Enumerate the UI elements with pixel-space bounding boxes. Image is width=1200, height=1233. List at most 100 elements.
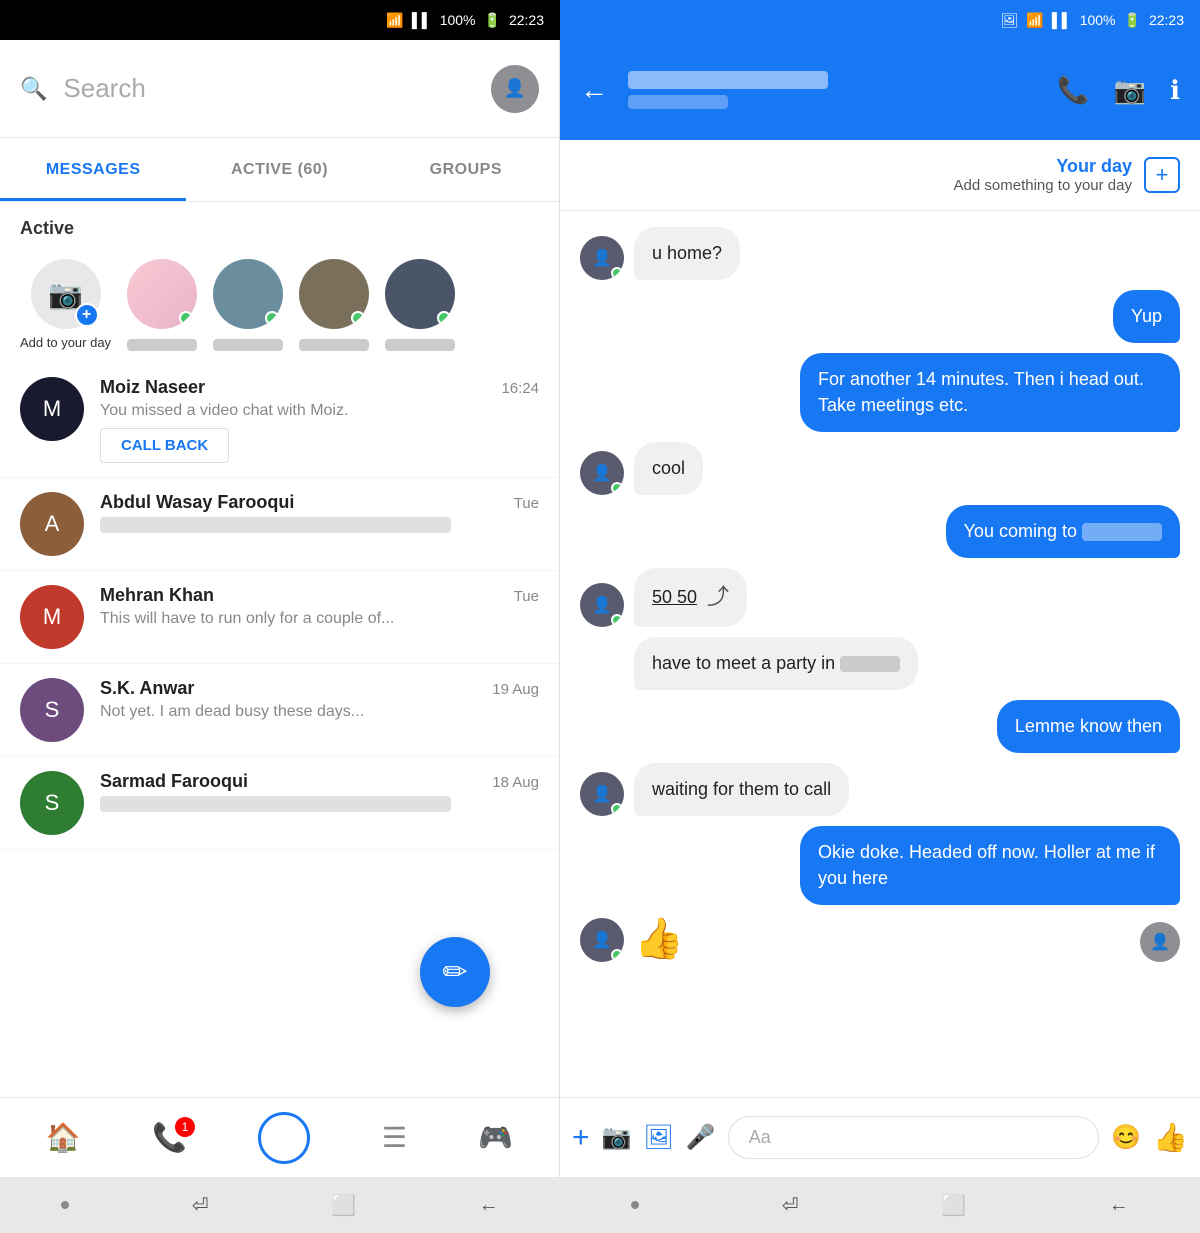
emoji-icon-input[interactable]: 😊 (1111, 1123, 1141, 1152)
list-item[interactable]: A Abdul Wasay Farooqui Tue (0, 478, 559, 571)
online-dot-chat-6 (611, 614, 623, 626)
list-item[interactable]: M Moiz Naseer 16:24 You missed a video c… (0, 363, 559, 478)
nav-circle[interactable] (258, 1112, 310, 1164)
back-button[interactable]: ← (580, 74, 608, 106)
bubble-1: u home? (634, 227, 740, 280)
system-nav: ⏎ ⬜ ← ⏎ ⬜ ← (0, 1177, 1200, 1233)
chat-input-field[interactable]: Aa (728, 1116, 1099, 1159)
message-row-7: have to meet a party in (580, 637, 1180, 690)
bubble-2: Yup (1113, 290, 1180, 343)
sys-nav-square-left[interactable]: ⬜ (331, 1193, 356, 1218)
blurred-text-7 (840, 656, 900, 672)
list-icon: ☰ (382, 1121, 407, 1154)
bottom-nav-left: 🏠 📞 1 ☰ 🎮 (0, 1097, 559, 1177)
msg-time-wasay: Tue (514, 495, 539, 512)
compose-icon: ✏ (442, 955, 467, 990)
sys-nav-enter-right[interactable]: ⏎ (782, 1193, 799, 1218)
chat-avatar-6: 👤 (580, 583, 624, 627)
chat-header-info (628, 71, 1037, 109)
bubble-7: have to meet a party in (634, 637, 918, 690)
tab-messages[interactable]: MESSAGES (0, 138, 186, 201)
sys-nav-dot-left (61, 1201, 69, 1209)
sys-nav-back-left[interactable]: ← (479, 1194, 499, 1217)
sys-nav-square-right[interactable]: ⬜ (941, 1193, 966, 1218)
bubble-6: 50 50 ⤴ (634, 568, 747, 627)
battery-icon: 🔋 (484, 12, 501, 29)
msg-content-sarmad: Sarmad Farooqui 18 Aug (100, 771, 539, 812)
story-add-circle[interactable]: 📷 + (31, 259, 101, 329)
search-placeholder[interactable]: Search (63, 73, 475, 104)
story-item-1[interactable] (127, 259, 197, 351)
call-back-button[interactable]: CALL BACK (100, 428, 229, 463)
nav-home[interactable]: 🏠 (46, 1121, 81, 1154)
avatar-moiz: M (20, 377, 84, 441)
plus-icon-input[interactable]: + (572, 1121, 590, 1155)
sys-nav-enter-left[interactable]: ⏎ (192, 1193, 209, 1218)
like-icon-input[interactable]: 👍 (1153, 1121, 1188, 1154)
chat-input-placeholder: Aa (749, 1127, 771, 1148)
chat-avatar-9: 👤 (580, 772, 624, 816)
online-dot-2 (265, 311, 279, 325)
nav-game[interactable]: 🎮 (478, 1121, 513, 1154)
story-item-2[interactable] (213, 259, 283, 351)
thumbs-up-emoji: 👍 (634, 915, 684, 962)
nav-phone[interactable]: 📞 1 (152, 1121, 187, 1154)
sys-nav-dot-right (631, 1201, 639, 1209)
system-nav-left: ⏎ ⬜ ← (0, 1193, 560, 1218)
mic-icon-input[interactable]: 🎤 (686, 1123, 716, 1152)
video-call-icon[interactable]: 📷 (1114, 75, 1146, 106)
message-row-5: You coming to (580, 505, 1180, 558)
story-row: 📷 + Add to your day (0, 247, 559, 363)
image-icon-input[interactable]: 🖼 (643, 1123, 673, 1152)
story-item-3[interactable] (299, 259, 369, 351)
active-section-label: Active (0, 202, 559, 247)
time-left: 22:23 (509, 12, 544, 28)
message-row-8: Lemme know then (580, 700, 1180, 753)
msg-preview-blurred-wasay (100, 517, 451, 533)
message-row-4: 👤 cool (580, 442, 1180, 495)
tabs-bar: MESSAGES ACTIVE (60) GROUPS (0, 138, 559, 202)
sys-nav-back-right[interactable]: ← (1109, 1194, 1129, 1217)
share-icon[interactable]: ⤴ (707, 582, 729, 613)
status-bar: 📶 ▌▌ 100% 🔋 22:23 🖼 📶 ▌▌ 100% 🔋 22:23 (0, 0, 1200, 40)
battery-icon-right: 🔋 (1124, 12, 1141, 29)
list-item[interactable]: M Mehran Khan Tue This will have to run … (0, 571, 559, 664)
wifi-icon: 📶 (386, 12, 403, 29)
msg-content-mehran: Mehran Khan Tue This will have to run on… (100, 585, 539, 628)
online-dot-3 (351, 311, 365, 325)
bubble-3: For another 14 minutes. Then i head out.… (800, 353, 1180, 431)
msg-time-mehran: Tue (514, 588, 539, 605)
story-add[interactable]: 📷 + Add to your day (20, 259, 111, 351)
info-icon[interactable]: ℹ (1170, 75, 1180, 106)
msg-name-mehran: Mehran Khan (100, 585, 214, 606)
chat-contact-status-blurred (628, 95, 728, 109)
list-item[interactable]: S S.K. Anwar 19 Aug Not yet. I am dead b… (0, 664, 559, 757)
msg-preview-moiz: You missed a video chat with Moiz. (100, 402, 539, 420)
your-day-plus-button[interactable]: + (1144, 157, 1180, 193)
signal-icon: ▌▌ (412, 12, 432, 28)
msg-header-sarmad: Sarmad Farooqui 18 Aug (100, 771, 539, 792)
message-row-3: For another 14 minutes. Then i head out.… (580, 353, 1180, 431)
story-item-4[interactable] (385, 259, 455, 351)
chat-contact-name-blurred (628, 71, 828, 89)
list-item[interactable]: S Sarmad Farooqui 18 Aug (0, 757, 559, 850)
tab-groups[interactable]: GROUPS (373, 138, 559, 201)
your-day-text: Your day Add something to your day (954, 156, 1132, 194)
msg-time-sarmad: 18 Aug (492, 774, 539, 791)
nav-list[interactable]: ☰ (382, 1121, 407, 1154)
story-name-blurred-3 (299, 339, 369, 351)
tab-active[interactable]: ACTIVE (60) (186, 138, 372, 201)
left-panel: 🔍 Search 👤 MESSAGES ACTIVE (60) GROUPS A… (0, 40, 560, 1177)
online-dot-chat-1 (611, 267, 623, 279)
compose-fab[interactable]: ✏ (420, 937, 490, 1007)
user-avatar[interactable]: 👤 (491, 65, 539, 113)
blurred-text-5 (1082, 523, 1162, 541)
avatar-sarmad: S (20, 771, 84, 835)
chat-header: ← 📞 📷 ℹ (560, 40, 1200, 140)
phone-call-icon[interactable]: 📞 (1057, 75, 1089, 106)
chat-avatar-11: 👤 (580, 918, 624, 962)
user-avatar-chat: 👤 (1140, 922, 1180, 962)
camera-icon-input[interactable]: 📷 (602, 1123, 632, 1152)
message-row-2: Yup (580, 290, 1180, 343)
share-link: 50 50 (652, 585, 697, 610)
